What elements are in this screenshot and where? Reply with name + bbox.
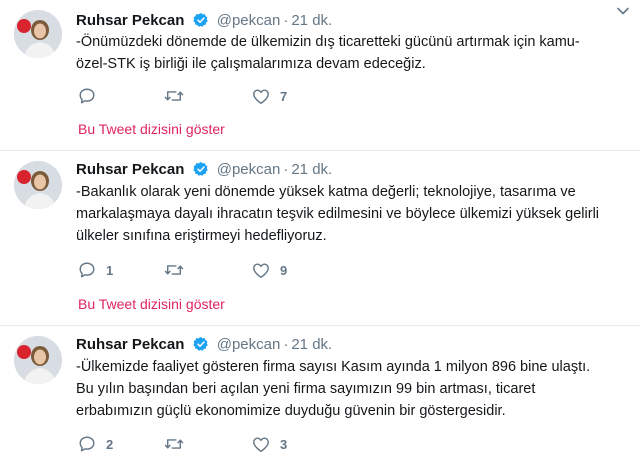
timestamp[interactable]: 21 dk. — [291, 12, 332, 29]
tweet-1[interactable]: Ruhsar Pekcan @pekcan · 21 dk. -Önümüzdeki… — [0, 0, 640, 150]
reply-icon — [79, 262, 95, 278]
tweet-text-line: -Bakanlık olarak yeni dönemde yüksek kat… — [76, 184, 576, 200]
avatar-image — [14, 10, 62, 58]
retweet-button[interactable] — [164, 86, 184, 106]
retweet-icon — [164, 91, 184, 101]
timestamp[interactable]: 21 dk. — [291, 336, 332, 353]
tweet-text-line: özel-STK iş birliği ile çalışmalarımıza … — [76, 56, 426, 72]
tweet-text: -Bakanlık olarak yeni dönemde yüksek kat… — [76, 181, 626, 247]
reply-icon — [79, 88, 95, 104]
retweet-icon — [164, 265, 184, 275]
like-icon — [253, 88, 269, 104]
separator: · — [283, 12, 289, 29]
retweet-button[interactable] — [164, 434, 184, 454]
reply-icon — [79, 436, 95, 452]
like-button[interactable]: 9 — [252, 260, 287, 280]
tweet-3[interactable]: Ruhsar Pekcan @pekcan · 21 dk. -Ülkemizde … — [0, 326, 640, 452]
tweet-text-line: -Ülkemizde faaliyet gösteren firma sayıs… — [76, 359, 591, 375]
avatar-image — [14, 336, 62, 384]
avatar[interactable] — [14, 161, 62, 209]
like-count: 9 — [280, 262, 288, 278]
like-count: 7 — [280, 88, 288, 104]
like-icon — [253, 262, 269, 278]
author-name[interactable]: Ruhsar Pekcan — [76, 336, 184, 353]
tweet-text-line: Bu yılın başından beri açılan yeni firma… — [76, 381, 536, 397]
show-thread-link[interactable]: Bu Tweet dizisini göster — [78, 121, 225, 137]
reply-count: 2 — [106, 436, 114, 452]
tweet-text-line: ülkeler sınıfına eriştirmeyi hedefliyoru… — [76, 228, 327, 244]
retweet-button[interactable] — [164, 260, 184, 280]
author-name[interactable]: Ruhsar Pekcan — [76, 12, 184, 29]
tweet-text-line: -Önümüzdeki dönemde de ülkemizin dış tic… — [76, 34, 580, 50]
separator: · — [283, 336, 289, 353]
author-name[interactable]: Ruhsar Pekcan — [76, 161, 184, 178]
separator: · — [283, 161, 289, 178]
like-button[interactable]: 7 — [252, 86, 287, 106]
reply-button[interactable]: 1 — [78, 260, 113, 280]
author-handle[interactable]: @pekcan — [217, 161, 281, 178]
tweet-text-line: markalaşmaya dayalı ihracatın teşvik edi… — [76, 206, 600, 222]
timestamp[interactable]: 21 dk. — [291, 161, 332, 178]
retweet-icon — [164, 439, 184, 449]
author-handle[interactable]: @pekcan — [217, 336, 281, 353]
reply-button[interactable] — [78, 86, 106, 106]
tweet-text: -Ülkemizde faaliyet gösteren firma sayıs… — [76, 356, 626, 422]
like-icon — [253, 436, 269, 452]
tweet-2[interactable]: Ruhsar Pekcan @pekcan · 21 dk. -Bakanlık o… — [0, 151, 640, 325]
verified-badge-icon — [192, 162, 208, 176]
like-count: 3 — [280, 436, 288, 452]
show-thread-link[interactable]: Bu Tweet dizisini göster — [78, 296, 225, 312]
reply-count: 1 — [106, 262, 114, 278]
tweet-text: -Önümüzdeki dönemde de ülkemizin dış tic… — [76, 31, 626, 75]
chevron-down-icon[interactable] — [616, 4, 630, 18]
avatar-image — [14, 161, 62, 209]
tweet-text-line: erbabımızın güçlü ekonomimize duyduğu gü… — [76, 403, 506, 419]
verified-badge-icon — [192, 13, 208, 27]
author-handle[interactable]: @pekcan — [217, 12, 281, 29]
like-button[interactable]: 3 — [252, 434, 287, 454]
reply-button[interactable]: 2 — [78, 434, 113, 454]
avatar[interactable] — [14, 336, 62, 384]
avatar[interactable] — [14, 10, 62, 58]
verified-badge-icon — [192, 337, 208, 351]
